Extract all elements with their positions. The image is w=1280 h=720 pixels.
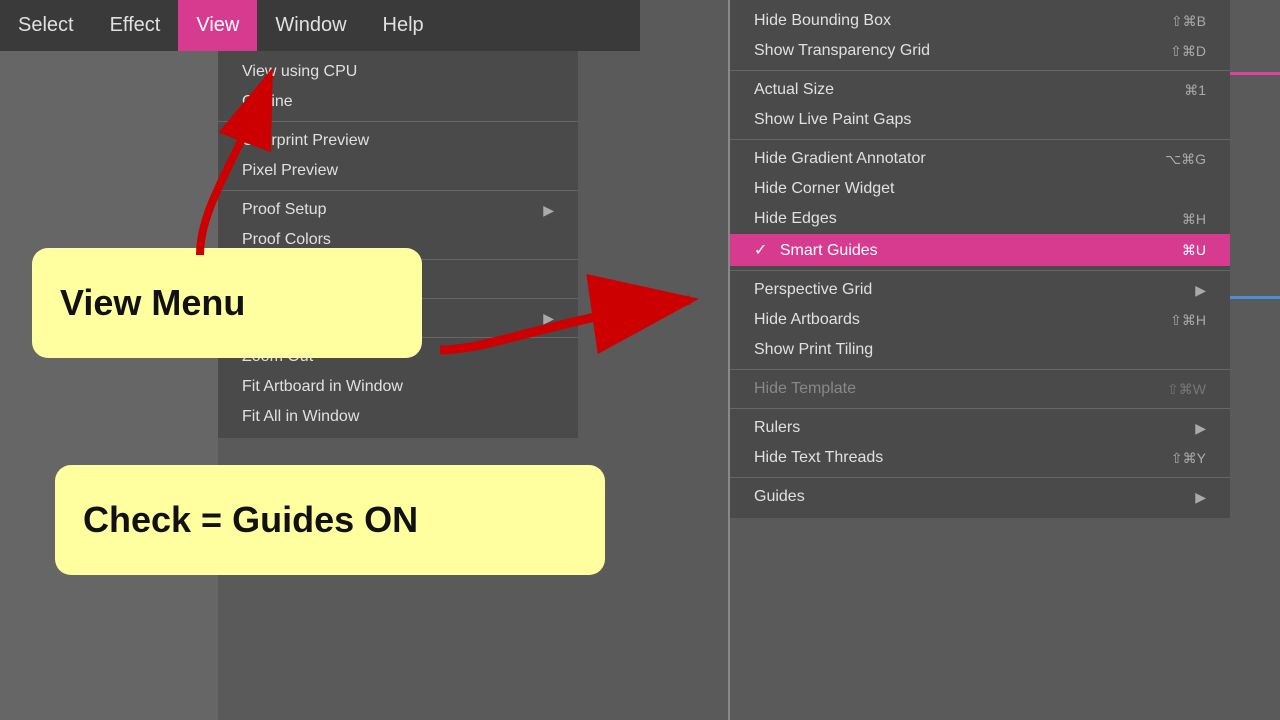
view-dropdown-right: Hide Bounding Box ⇧⌘B Show Transparency …: [730, 0, 1230, 518]
menu-item-hide-bounding[interactable]: Hide Bounding Box ⇧⌘B: [730, 6, 1230, 36]
menu-item-hide-corner[interactable]: Hide Corner Widget: [730, 174, 1230, 204]
menu-item-hide-gradient[interactable]: Hide Gradient Annotator ⌥⌘G: [730, 144, 1230, 174]
menubar-view[interactable]: View: [178, 0, 257, 51]
r-separator-2: [730, 139, 1230, 140]
r-separator-1: [730, 70, 1230, 71]
menubar-select[interactable]: Select: [0, 0, 92, 51]
menu-item-show-transparency[interactable]: Show Transparency Grid ⇧⌘D: [730, 36, 1230, 66]
menu-item-rulers[interactable]: Rulers ▶: [730, 413, 1230, 443]
menu-item-hide-text-threads[interactable]: Hide Text Threads ⇧⌘Y: [730, 443, 1230, 473]
menu-item-live-paint[interactable]: Show Live Paint Gaps: [730, 105, 1230, 135]
menu-item-perspective-grid[interactable]: Perspective Grid ▶: [730, 275, 1230, 305]
menu-item-hide-edges[interactable]: Hide Edges ⌘H: [730, 204, 1230, 234]
menu-item-hide-template[interactable]: Hide Template ⇧⌘W: [730, 374, 1230, 404]
menu-item-show-print[interactable]: Show Print Tiling: [730, 335, 1230, 365]
menu-item-guides[interactable]: Guides ▶: [730, 482, 1230, 512]
menubar-help[interactable]: Help: [365, 0, 442, 51]
r-separator-6: [730, 477, 1230, 478]
arrow-to-smart-guides: [430, 270, 710, 390]
arrow-to-view-menu: [120, 55, 300, 275]
menubar-window[interactable]: Window: [257, 0, 364, 51]
r-separator-4: [730, 369, 1230, 370]
menu-item-fit-all[interactable]: Fit All in Window: [218, 402, 578, 432]
menu-item-actual-size[interactable]: Actual Size ⌘1: [730, 75, 1230, 105]
r-separator-5: [730, 408, 1230, 409]
menu-item-hide-artboards[interactable]: Hide Artboards ⇧⌘H: [730, 305, 1230, 335]
menubar: Select Effect View Window Help: [0, 0, 640, 51]
menubar-effect[interactable]: Effect: [92, 0, 179, 51]
r-separator-3: [730, 270, 1230, 271]
menu-item-smart-guides[interactable]: ✓ Smart Guides ⌘U: [730, 234, 1230, 266]
annotation-check-guides: Check = Guides ON: [55, 465, 605, 575]
